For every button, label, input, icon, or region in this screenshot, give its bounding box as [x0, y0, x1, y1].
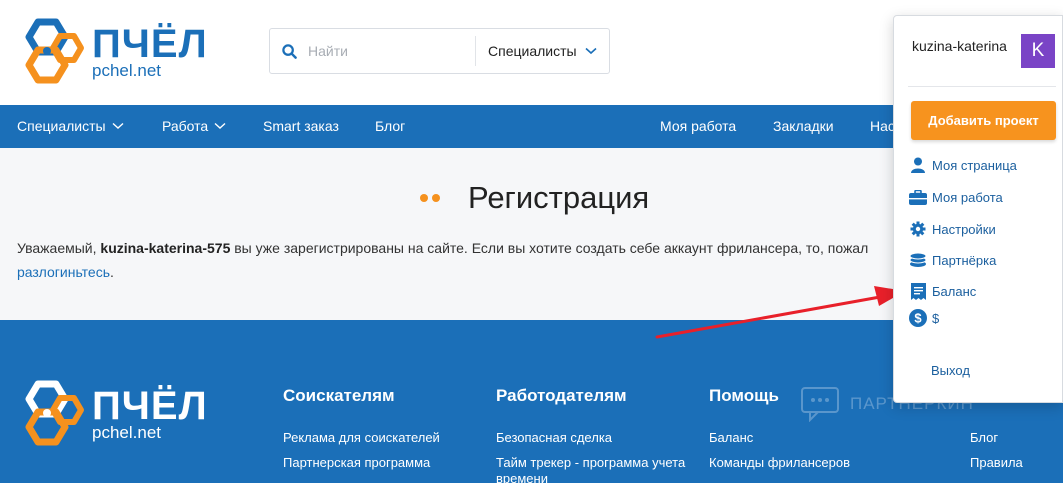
footer-link[interactable]: Реклама для соискателей: [283, 430, 473, 446]
nav-item-label: Работа: [162, 118, 209, 134]
logout-button[interactable]: Выход: [931, 363, 970, 378]
registration-message: Уважаемый, kuzina-katerina-575 вы уже за…: [17, 236, 897, 284]
message-suffix: вы уже зарегистрированы на сайте. Если в…: [230, 240, 869, 256]
menu-item-label: Партнёрка: [932, 252, 997, 268]
nav-item-label: Smart заказ: [263, 118, 339, 134]
footer-link[interactable]: Баланс: [709, 430, 869, 446]
footer-logo[interactable]: ПЧЁЛ pchel.net: [16, 380, 208, 446]
chevron-down-icon: [214, 122, 226, 129]
nav-item-my-work[interactable]: Моя работа: [660, 118, 736, 134]
footer-link[interactable]: Блог: [970, 430, 1060, 446]
nav-item-label: Моя работа: [660, 118, 737, 134]
nav-item-work[interactable]: Работа: [162, 118, 226, 134]
menu-item-my-work[interactable]: Моя работа: [908, 187, 1003, 207]
menu-item-balance[interactable]: Баланс: [908, 281, 976, 301]
logo-name: ПЧЁЛ: [92, 383, 208, 428]
message-username: kuzina-katerina-575: [100, 240, 231, 256]
menu-item-currency[interactable]: $ $: [908, 308, 939, 328]
menu-item-partner[interactable]: Партнёрка: [908, 250, 996, 270]
nav-item-label: Нас: [870, 118, 895, 134]
footer-link[interactable]: Партнерская программа: [283, 455, 473, 471]
gear-icon: [908, 219, 928, 239]
nav-item-smart-order[interactable]: Smart заказ: [263, 118, 339, 134]
footer-column-title: Соискателям: [283, 386, 395, 405]
footer-link[interactable]: Тайм трекер - программа учета времени: [496, 455, 691, 483]
nav-item-label: Специалисты: [17, 118, 106, 134]
footer-column-employers: Работодателям Безопасная сделка Тайм тре…: [496, 386, 691, 483]
site-logo[interactable]: ПЧЁЛ pchel.net: [16, 18, 208, 84]
footer-link[interactable]: Правила: [970, 455, 1060, 471]
nav-item-settings-partial[interactable]: Нас: [870, 118, 895, 134]
footer-link[interactable]: Безопасная сделка: [496, 430, 691, 446]
footer-link[interactable]: Команды фрилансеров: [709, 455, 869, 471]
dollar-icon: $: [908, 308, 928, 328]
menu-item-label: Настройки: [932, 221, 996, 237]
search-category-select[interactable]: Специалисты: [476, 43, 597, 59]
search-input[interactable]: [308, 43, 473, 59]
avatar[interactable]: K: [1021, 34, 1055, 68]
user-icon: [908, 155, 928, 175]
user-menu-dropdown: kuzina-katerina K Добавить проект Моя ст…: [893, 15, 1063, 403]
menu-item-my-page[interactable]: Моя страница: [908, 155, 1017, 175]
chevron-down-icon: [585, 47, 597, 55]
user-menu-username: kuzina-katerina: [912, 38, 1007, 54]
coins-icon: [908, 250, 928, 270]
menu-item-label: Моя страница: [932, 157, 1017, 173]
svg-text:$: $: [914, 311, 922, 326]
menu-item-label: Моя работа: [932, 189, 1003, 205]
nav-item-blog[interactable]: Блог: [375, 118, 405, 134]
page-title: Регистрация: [420, 180, 649, 216]
bee-hex-logo-icon: [25, 18, 84, 84]
title-dots-icon: [420, 194, 440, 202]
search-icon[interactable]: [270, 43, 308, 59]
message-tail: .: [109, 264, 114, 280]
receipt-icon: [908, 281, 928, 301]
menu-item-label: Баланс: [932, 283, 977, 299]
nav-item-label: Блог: [375, 118, 406, 134]
logo-name: ПЧЁЛ: [92, 21, 208, 66]
menu-item-settings[interactable]: Настройки: [908, 219, 996, 239]
nav-item-label: Закладки: [773, 118, 834, 134]
bee-hex-logo-icon: [25, 380, 84, 446]
briefcase-icon: [908, 187, 928, 207]
search-category-label: Специалисты: [488, 43, 577, 59]
footer-column-title: Работодателям: [496, 386, 627, 405]
add-project-button[interactable]: Добавить проект: [911, 101, 1056, 140]
search-bar: Специалисты: [269, 28, 610, 74]
page-title-text: Регистрация: [468, 180, 650, 215]
nav-item-specialists[interactable]: Специалисты: [17, 118, 124, 134]
logout-link[interactable]: разлогиньтесь: [17, 264, 110, 280]
chevron-down-icon: [112, 122, 124, 129]
user-menu-divider: [908, 86, 1056, 87]
message-prefix: Уважаемый,: [17, 240, 101, 256]
menu-item-label: $: [932, 310, 940, 326]
footer-column-job-seekers: Соискателям Реклама для соискателей Парт…: [283, 386, 473, 480]
chat-bubble-icon: [801, 387, 839, 422]
nav-item-bookmarks[interactable]: Закладки: [773, 118, 834, 134]
